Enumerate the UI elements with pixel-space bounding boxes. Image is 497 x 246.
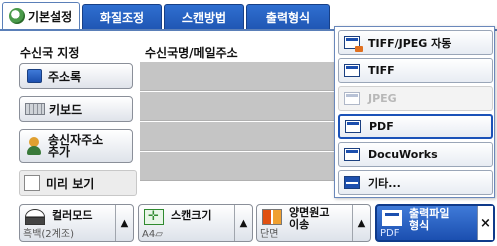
format-option-tiff[interactable]: TIFF — [338, 58, 493, 83]
duplex-icon — [262, 209, 282, 225]
person-icon — [26, 137, 44, 155]
tab-label: 기본설정 — [28, 9, 73, 24]
keyboard-icon — [25, 103, 45, 115]
duplex-arrow-icon: ▲ — [352, 205, 370, 241]
tab-label: 화질조정 — [99, 11, 145, 25]
tab-scan-method[interactable]: 스캔방법 — [164, 4, 244, 30]
address-book-label: 주소록 — [48, 69, 82, 84]
output-file-format-button[interactable]: 출력파일 형식 PDF × — [375, 204, 495, 242]
preview-toggle[interactable]: 미리 보기 — [19, 170, 137, 196]
add-sender-address-button[interactable]: 송신자주소 추가 — [19, 129, 133, 163]
address-book-icon — [27, 69, 42, 83]
recipient-row[interactable] — [140, 122, 346, 151]
keyboard-button[interactable]: 키보드 — [19, 96, 133, 122]
color-mode-arrow-icon: ▲ — [115, 205, 133, 241]
recipient-row[interactable] — [140, 62, 346, 91]
format-option-docuworks[interactable]: DocuWorks — [338, 142, 493, 167]
color-mode-value: 흑백(2계조) — [23, 229, 74, 240]
tab-image-quality[interactable]: 화질조정 — [82, 4, 162, 30]
duplex-feed-button[interactable]: 양면원고 이송 단면 ▲ — [256, 204, 371, 242]
recipient-header: 수신국 지정 — [20, 46, 80, 60]
format-option-label: TIFF — [368, 64, 395, 77]
format-option-pdf[interactable]: PDF — [338, 114, 493, 139]
format-option-jpeg: JPEG — [338, 86, 493, 111]
keyboard-label: 키보드 — [49, 102, 83, 117]
preview-checkbox[interactable] — [24, 175, 40, 191]
color-mode-title: 컬러모드 — [52, 209, 93, 222]
color-mode-icon — [25, 209, 45, 225]
tab-basic-settings[interactable]: 기본설정 — [2, 2, 80, 30]
jpeg-icon — [344, 92, 360, 105]
format-option-tiff-jpeg-auto[interactable]: TIFF/JPEG 자동 — [338, 30, 493, 55]
format-option-label: PDF — [369, 120, 394, 133]
scan-size-icon — [144, 209, 164, 225]
close-icon[interactable]: × — [477, 206, 493, 240]
address-book-button[interactable]: 주소록 — [19, 63, 133, 89]
format-option-label: 기타... — [368, 176, 401, 190]
pdf-icon — [345, 120, 361, 133]
docuworks-icon — [344, 148, 360, 161]
recipient-row[interactable] — [140, 92, 346, 121]
duplex-title: 양면원고 이송 — [289, 206, 330, 231]
preview-label: 미리 보기 — [46, 176, 95, 191]
address-header: 수신국명/메일주소 — [145, 46, 238, 60]
format-option-label: DocuWorks — [368, 148, 438, 161]
tab-label: 출력형식 — [265, 11, 311, 25]
tab-output-format[interactable]: 출력형식 — [246, 4, 330, 30]
duplex-value: 단면 — [260, 229, 279, 240]
output-format-title: 출력파일 형식 — [409, 207, 450, 232]
output-format-value: PDF — [380, 228, 400, 239]
output-format-icon — [382, 210, 402, 226]
other-format-icon — [344, 176, 360, 189]
format-option-other[interactable]: 기타... — [338, 170, 493, 195]
format-option-label: TIFF/JPEG 자동 — [368, 36, 452, 50]
tiff-icon — [344, 64, 360, 77]
basic-settings-icon — [9, 8, 25, 24]
format-option-label: JPEG — [368, 92, 397, 105]
tab-label: 스캔방법 — [181, 11, 227, 25]
recipient-row[interactable] — [140, 152, 346, 181]
color-mode-button[interactable]: 컬러모드 흑백(2계조) ▲ — [19, 204, 134, 242]
scan-size-arrow-icon: ▲ — [234, 205, 252, 241]
scan-size-value: A4▱ — [142, 229, 163, 240]
add-sender-label: 송신자주소 추가 — [48, 133, 104, 159]
scan-size-button[interactable]: 스캔크기 A4▱ ▲ — [138, 204, 253, 242]
output-format-menu: TIFF/JPEG 자동 TIFF JPEG PDF DocuWorks 기타.… — [334, 26, 495, 198]
scan-size-title: 스캔크기 — [171, 209, 212, 222]
tiff-jpeg-icon — [344, 36, 363, 52]
